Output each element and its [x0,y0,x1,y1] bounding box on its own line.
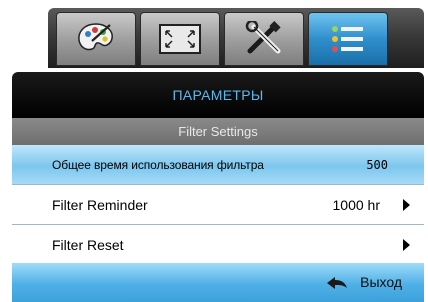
row-label: Filter Reset [52,237,124,253]
return-arrow-icon [327,277,347,289]
screen-resize-icon [159,24,201,54]
palette-icon [78,23,113,51]
projector-osd-menu: ПАРАМЕТРЫ Filter Settings Общее время ис… [8,8,428,302]
row-filter-usage-hours[interactable]: Общее время использования фильтра 500 [12,145,424,185]
row-filter-reset[interactable]: Filter Reset [12,225,424,265]
chevron-right-icon[interactable] [403,239,410,251]
submenu-title: Filter Settings [12,118,424,145]
tab-settings[interactable] [224,12,304,66]
tools-icon [245,21,281,54]
tab-display[interactable] [140,12,220,66]
row-label: Filter Reminder [52,197,148,213]
chevron-right-icon[interactable] [403,199,410,211]
exit-button[interactable]: Выход [360,263,402,302]
menu-tab-bar [48,8,424,68]
menu-title: ПАРАМЕТРЫ [12,72,424,118]
row-value: 1000 hr [332,197,380,213]
row-value: 500 [366,158,388,172]
row-filter-reminder[interactable]: Filter Reminder 1000 hr [12,185,424,225]
tab-image[interactable] [56,12,136,66]
row-label: Общее время использования фильтра [52,158,264,172]
footer-bar: Выход [12,263,424,302]
options-list-icon [332,26,363,52]
tab-options[interactable] [308,12,388,66]
